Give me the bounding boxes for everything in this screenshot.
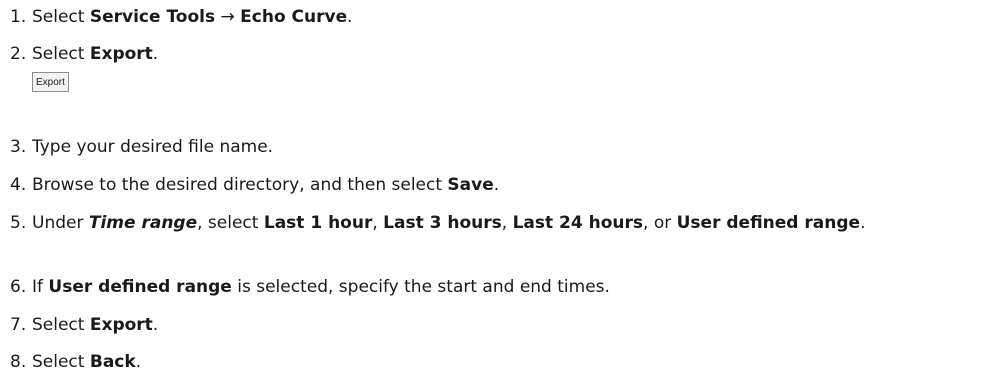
ui-term-export: Export xyxy=(89,44,153,64)
step-7: 7. Select Export. xyxy=(10,312,980,339)
step-4: 4. Browse to the desired directory, and … xyxy=(10,172,980,199)
step-number: 5. xyxy=(10,213,27,233)
step-text: Under Time range, select Last 1 hour, La… xyxy=(32,213,866,233)
ui-term-time-range: Time range xyxy=(88,213,198,233)
step-1: 1. Select Service Tools → Echo Curve. xyxy=(10,4,980,31)
step-text: If User defined range is selected, speci… xyxy=(32,277,610,297)
ui-term-back: Back xyxy=(89,352,136,372)
step-number: 8. xyxy=(10,352,27,372)
step-2: 2. Select Export. Export xyxy=(10,41,980,92)
option-user-defined-range: User defined range xyxy=(676,213,861,233)
step-3: 3. Type your desired file name. xyxy=(10,134,980,161)
ui-term-save: Save xyxy=(447,175,494,195)
option-last-24-hours: Last 24 hours xyxy=(512,213,644,233)
step-number: 4. xyxy=(10,175,27,195)
step-text: Select Back. xyxy=(32,352,142,372)
option-user-defined-range: User defined range xyxy=(48,277,232,297)
step-text: Select Export. xyxy=(32,44,159,64)
step-number: 7. xyxy=(10,315,27,335)
ui-term-export: Export xyxy=(89,315,153,335)
step-number: 6. xyxy=(10,277,27,297)
option-last-1-hour: Last 1 hour xyxy=(263,213,373,233)
step-text: Select Export. xyxy=(32,315,159,335)
step-number: 3. xyxy=(10,137,27,157)
export-button-screenshot: Export xyxy=(32,72,69,92)
menu-path-echo-curve: Echo Curve xyxy=(240,7,348,27)
option-last-3-hours: Last 3 hours xyxy=(383,213,502,233)
menu-path-service-tools: Service Tools xyxy=(89,7,216,27)
step-8: 8. Select Back. xyxy=(10,349,980,376)
step-text: Browse to the desired directory, and the… xyxy=(32,175,500,195)
step-number: 2. xyxy=(10,44,27,64)
step-text: Select Service Tools → Echo Curve. xyxy=(32,7,353,27)
step-number: 1. xyxy=(10,7,27,27)
step-5: 5. Under Time range, select Last 1 hour,… xyxy=(10,210,980,237)
step-6: 6. If User defined range is selected, sp… xyxy=(10,274,980,301)
step-text: Type your desired file name. xyxy=(32,137,274,157)
